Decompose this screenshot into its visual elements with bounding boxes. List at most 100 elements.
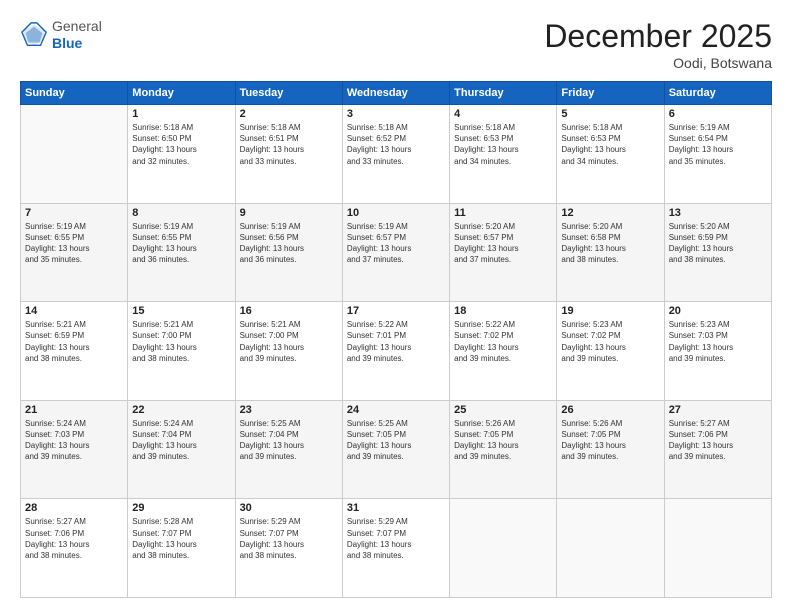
calendar-week-row: 14 Sunrise: 5:21 AM Sunset: 6:59 PM Dayli… — [21, 302, 772, 401]
day-info: Sunrise: 5:20 AM Sunset: 6:57 PM Dayligh… — [454, 221, 552, 266]
day-number: 26 — [561, 404, 659, 416]
calendar-cell: 19Sunrise: 5:23 AM Sunset: 7:02 PM Dayli… — [557, 302, 664, 401]
calendar-cell: 17Sunrise: 5:22 AM Sunset: 7:01 PM Dayli… — [342, 302, 449, 401]
day-info: Sunrise: 5:21 AM Sunset: 7:00 PM Dayligh… — [240, 319, 338, 364]
calendar-cell: 28 Sunrise: 5:27 AM Sunset: 7:06 PM Dayli… — [21, 499, 128, 598]
day-info: Sunrise: 5:18 AM Sunset: 6:52 PM Dayligh… — [347, 122, 445, 167]
day-number: 4 — [454, 108, 552, 120]
day-info: Sunrise: 5:19 AM Sunset: 6:57 PM Dayligh… — [347, 221, 445, 266]
day-number: 18 — [454, 305, 552, 317]
calendar-cell: 9Sunrise: 5:19 AM Sunset: 6:56 PM Daylig… — [235, 203, 342, 302]
day-number: 29 — [132, 502, 230, 514]
day-info: Sunrise: 5:23 AM Sunset: 7:02 PM Dayligh… — [561, 319, 659, 364]
day-info: Sunrise: 5:27 AM Sunset: 7:06 PM Dayligh… — [669, 418, 767, 463]
calendar-cell: 4 Sunrise: 5:18 AM Sunset: 6:53 PM Daylig… — [450, 105, 557, 204]
logo-icon — [20, 21, 48, 49]
day-info: Sunrise: 5:21 AM Sunset: 7:00 PM Dayligh… — [132, 319, 230, 364]
calendar-cell: 21 Sunrise: 5:24 AM Sunset: 7:03 PM Dayli… — [21, 400, 128, 499]
day-number: 30 — [240, 502, 338, 514]
day-number: 16 — [240, 305, 338, 317]
day-info: Sunrise: 5:29 AM Sunset: 7:07 PM Dayligh… — [240, 516, 338, 561]
calendar-week-row: 28 Sunrise: 5:27 AM Sunset: 7:06 PM Dayli… — [21, 499, 772, 598]
calendar-cell: 3 Sunrise: 5:18 AM Sunset: 6:52 PM Daylig… — [342, 105, 449, 204]
day-number: 20 — [669, 305, 767, 317]
day-info: Sunrise: 5:27 AM Sunset: 7:06 PM Dayligh… — [25, 516, 123, 561]
calendar-week-row: 21 Sunrise: 5:24 AM Sunset: 7:03 PM Dayli… — [21, 400, 772, 499]
day-info: Sunrise: 5:25 AM Sunset: 7:04 PM Dayligh… — [240, 418, 338, 463]
day-number: 28 — [25, 502, 123, 514]
day-number: 9 — [240, 207, 338, 219]
page: General Blue December 2025 Oodi, Botswan… — [0, 0, 792, 612]
day-info: Sunrise: 5:18 AM Sunset: 6:53 PM Dayligh… — [561, 122, 659, 167]
calendar-week-row: 1 Sunrise: 5:18 AM Sunset: 6:50 PM Daylig… — [21, 105, 772, 204]
calendar-cell: 31Sunrise: 5:29 AM Sunset: 7:07 PM Dayli… — [342, 499, 449, 598]
day-info: Sunrise: 5:28 AM Sunset: 7:07 PM Dayligh… — [132, 516, 230, 561]
day-info: Sunrise: 5:26 AM Sunset: 7:05 PM Dayligh… — [561, 418, 659, 463]
day-number: 17 — [347, 305, 445, 317]
day-header-monday: Monday — [128, 82, 235, 105]
day-number: 5 — [561, 108, 659, 120]
day-info: Sunrise: 5:25 AM Sunset: 7:05 PM Dayligh… — [347, 418, 445, 463]
day-info: Sunrise: 5:18 AM Sunset: 6:51 PM Dayligh… — [240, 122, 338, 167]
calendar-week-row: 7 Sunrise: 5:19 AM Sunset: 6:55 PM Daylig… — [21, 203, 772, 302]
day-number: 21 — [25, 404, 123, 416]
day-info: Sunrise: 5:19 AM Sunset: 6:54 PM Dayligh… — [669, 122, 767, 167]
day-info: Sunrise: 5:24 AM Sunset: 7:03 PM Dayligh… — [25, 418, 123, 463]
calendar-cell — [557, 499, 664, 598]
calendar-cell: 24 Sunrise: 5:25 AM Sunset: 7:05 PM Dayli… — [342, 400, 449, 499]
calendar-header-row: SundayMondayTuesdayWednesdayThursdayFrid… — [21, 82, 772, 105]
calendar-cell: 27Sunrise: 5:27 AM Sunset: 7:06 PM Dayli… — [664, 400, 771, 499]
logo: General Blue — [20, 18, 102, 52]
day-number: 7 — [25, 207, 123, 219]
title-block: December 2025 Oodi, Botswana — [544, 18, 772, 71]
calendar-cell: 10 Sunrise: 5:19 AM Sunset: 6:57 PM Dayli… — [342, 203, 449, 302]
calendar-cell: 18Sunrise: 5:22 AM Sunset: 7:02 PM Dayli… — [450, 302, 557, 401]
day-info: Sunrise: 5:21 AM Sunset: 6:59 PM Dayligh… — [25, 319, 123, 364]
calendar-cell — [664, 499, 771, 598]
calendar-cell: 30 Sunrise: 5:29 AM Sunset: 7:07 PM Dayli… — [235, 499, 342, 598]
day-info: Sunrise: 5:18 AM Sunset: 6:53 PM Dayligh… — [454, 122, 552, 167]
logo-text: General Blue — [52, 18, 102, 52]
day-header-friday: Friday — [557, 82, 664, 105]
header: General Blue December 2025 Oodi, Botswan… — [20, 18, 772, 71]
day-info: Sunrise: 5:20 AM Sunset: 6:58 PM Dayligh… — [561, 221, 659, 266]
day-info: Sunrise: 5:26 AM Sunset: 7:05 PM Dayligh… — [454, 418, 552, 463]
calendar-cell: 26 Sunrise: 5:26 AM Sunset: 7:05 PM Dayli… — [557, 400, 664, 499]
day-number: 14 — [25, 305, 123, 317]
day-info: Sunrise: 5:23 AM Sunset: 7:03 PM Dayligh… — [669, 319, 767, 364]
day-number: 25 — [454, 404, 552, 416]
day-info: Sunrise: 5:20 AM Sunset: 6:59 PM Dayligh… — [669, 221, 767, 266]
day-number: 24 — [347, 404, 445, 416]
day-info: Sunrise: 5:24 AM Sunset: 7:04 PM Dayligh… — [132, 418, 230, 463]
day-number: 15 — [132, 305, 230, 317]
logo-general: General — [52, 18, 102, 35]
calendar-cell: 11Sunrise: 5:20 AM Sunset: 6:57 PM Dayli… — [450, 203, 557, 302]
day-number: 13 — [669, 207, 767, 219]
day-number: 3 — [347, 108, 445, 120]
day-info: Sunrise: 5:19 AM Sunset: 6:55 PM Dayligh… — [25, 221, 123, 266]
day-number: 8 — [132, 207, 230, 219]
calendar-cell: 1 Sunrise: 5:18 AM Sunset: 6:50 PM Daylig… — [128, 105, 235, 204]
day-number: 22 — [132, 404, 230, 416]
month-year: December 2025 — [544, 18, 772, 55]
day-number: 10 — [347, 207, 445, 219]
calendar-cell — [450, 499, 557, 598]
day-number: 23 — [240, 404, 338, 416]
day-number: 1 — [132, 108, 230, 120]
day-info: Sunrise: 5:29 AM Sunset: 7:07 PM Dayligh… — [347, 516, 445, 561]
calendar-cell: 16 Sunrise: 5:21 AM Sunset: 7:00 PM Dayli… — [235, 302, 342, 401]
calendar-cell: 25 Sunrise: 5:26 AM Sunset: 7:05 PM Dayli… — [450, 400, 557, 499]
calendar-cell: 6Sunrise: 5:19 AM Sunset: 6:54 PM Daylig… — [664, 105, 771, 204]
day-number: 12 — [561, 207, 659, 219]
location: Oodi, Botswana — [544, 55, 772, 71]
day-info: Sunrise: 5:18 AM Sunset: 6:50 PM Dayligh… — [132, 122, 230, 167]
day-number: 2 — [240, 108, 338, 120]
calendar-cell: 14 Sunrise: 5:21 AM Sunset: 6:59 PM Dayli… — [21, 302, 128, 401]
day-header-wednesday: Wednesday — [342, 82, 449, 105]
calendar-cell: 23 Sunrise: 5:25 AM Sunset: 7:04 PM Dayli… — [235, 400, 342, 499]
calendar: SundayMondayTuesdayWednesdayThursdayFrid… — [20, 81, 772, 598]
day-header-sunday: Sunday — [21, 82, 128, 105]
day-header-tuesday: Tuesday — [235, 82, 342, 105]
calendar-cell: 2 Sunrise: 5:18 AM Sunset: 6:51 PM Daylig… — [235, 105, 342, 204]
calendar-cell: 7 Sunrise: 5:19 AM Sunset: 6:55 PM Daylig… — [21, 203, 128, 302]
